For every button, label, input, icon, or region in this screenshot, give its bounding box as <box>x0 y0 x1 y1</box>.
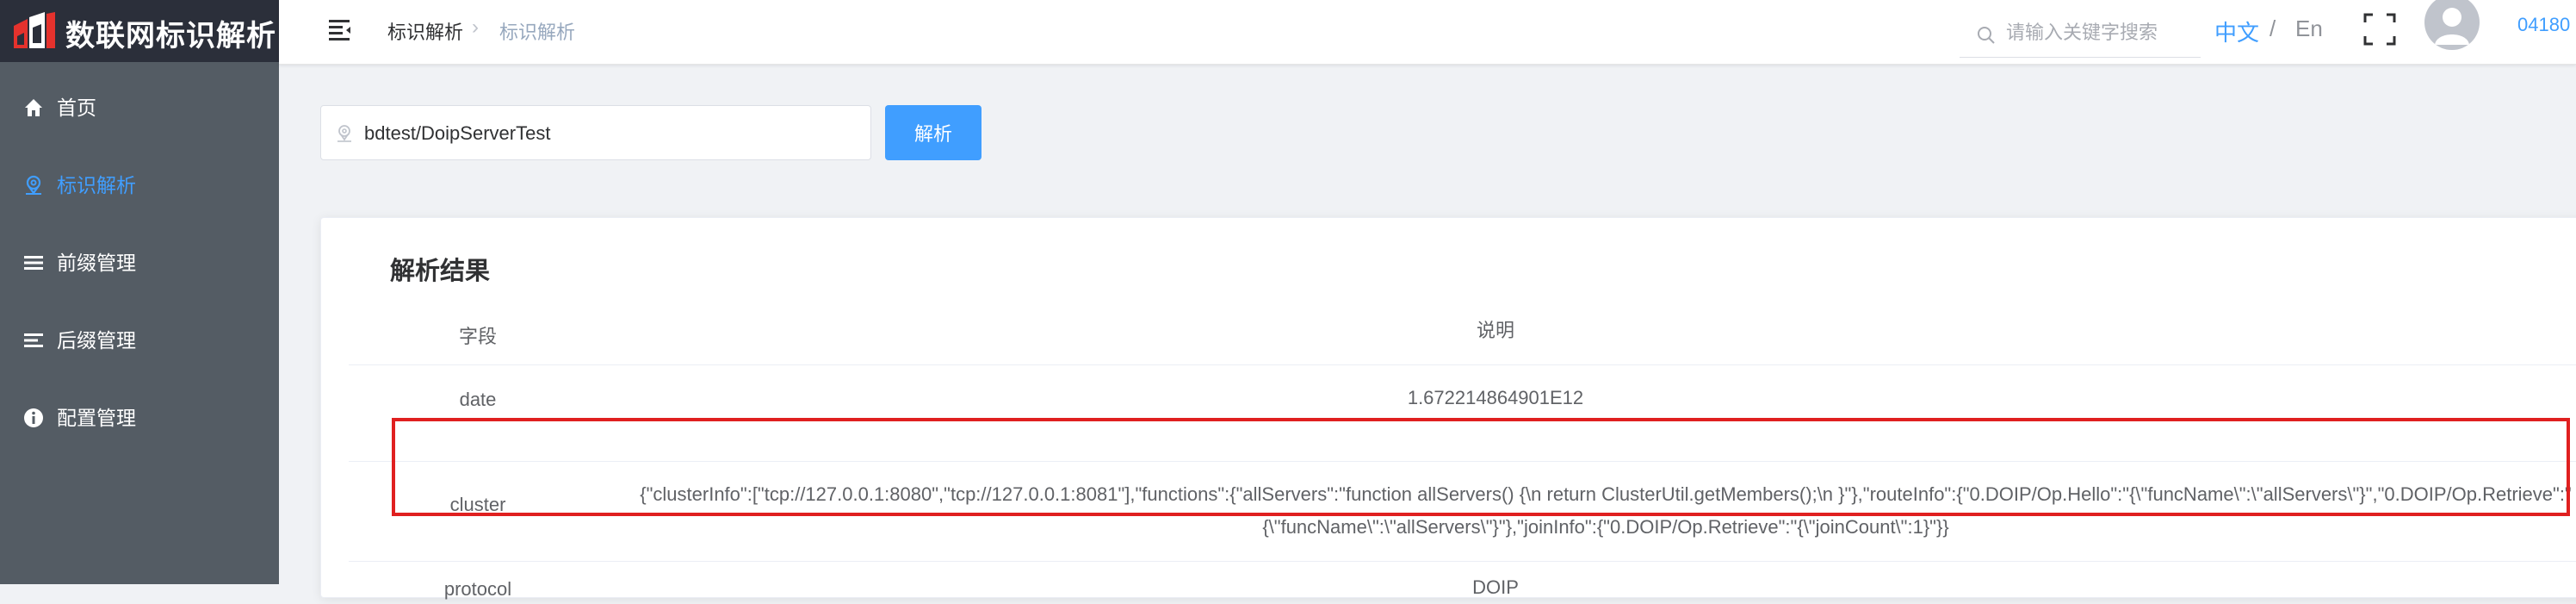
sidebar-item-home[interactable]: 首页 <box>0 67 279 145</box>
sidebar-item-prefix-management[interactable]: 前缀管理 <box>0 222 279 300</box>
resolve-button[interactable]: 解析 <box>885 105 981 160</box>
lang-en-option[interactable]: En <box>2295 16 2323 42</box>
sidebar-item-label: 标识解析 <box>57 174 136 196</box>
user-icon <box>2435 8 2469 45</box>
lang-separator: / <box>2269 16 2276 41</box>
search-input[interactable] <box>2004 19 2197 47</box>
row-field: date <box>459 389 497 410</box>
table-row: protocol DOIP <box>349 561 2576 600</box>
identifier-input[interactable] <box>362 120 857 147</box>
lang-zh-option[interactable]: 中文 <box>2214 16 2259 47</box>
logo-bar: 数联网标识解析 <box>0 0 279 62</box>
location-icon <box>26 175 41 195</box>
logo-icon <box>14 12 55 48</box>
list-icon <box>24 256 43 270</box>
result-title: 解析结果 <box>390 258 491 285</box>
app-title: 数联网标识解析 <box>65 20 276 53</box>
breadcrumb-item[interactable]: 标识解析 <box>387 17 463 45</box>
result-card: 解析结果 字段 说明 date 1.672214864901E12 cluste… <box>320 217 2576 600</box>
sidebar: 数联网标识解析 首页 标识解析 前缀管理 后缀管理 配置管理 <box>0 0 279 584</box>
sidebar-item-suffix-management[interactable]: 后缀管理 <box>0 300 279 377</box>
row-description: 1.672214864901E12 <box>1407 387 1584 408</box>
breadcrumb-separator: › <box>472 16 479 39</box>
top-header: 标识解析 › 标识解析 中文 / En 04180 <box>279 0 2576 65</box>
avatar[interactable] <box>2424 0 2480 50</box>
list-icon <box>24 333 43 347</box>
search-icon <box>1978 27 1995 44</box>
info-icon <box>24 408 43 427</box>
location-icon <box>337 125 351 142</box>
column-header-description: 说明 <box>1476 320 1514 341</box>
row-field: protocol <box>443 578 512 600</box>
header-search <box>1960 9 2201 58</box>
sidebar-item-identifier-resolution[interactable]: 标识解析 <box>0 145 279 222</box>
menu-toggle-icon[interactable] <box>327 17 353 41</box>
sidebar-item-config-management[interactable]: 配置管理 <box>0 377 279 455</box>
row-description: DOIP <box>1472 576 1519 598</box>
username[interactable]: 04180 <box>2517 14 2570 36</box>
breadcrumb-current: 标识解析 <box>499 22 576 43</box>
identifier-input-wrapper <box>320 105 871 160</box>
sidebar-item-label: 配置管理 <box>57 407 136 429</box>
sidebar-item-label: 首页 <box>57 97 96 119</box>
home-icon <box>25 99 42 116</box>
sidebar-item-label: 前缀管理 <box>57 252 136 274</box>
sidebar-item-label: 后缀管理 <box>57 329 136 352</box>
column-header-field: 字段 <box>458 326 497 347</box>
highlight-box <box>392 418 2570 516</box>
fullscreen-icon[interactable] <box>2362 12 2397 47</box>
table-header-row: 字段 说明 <box>349 304 2576 365</box>
